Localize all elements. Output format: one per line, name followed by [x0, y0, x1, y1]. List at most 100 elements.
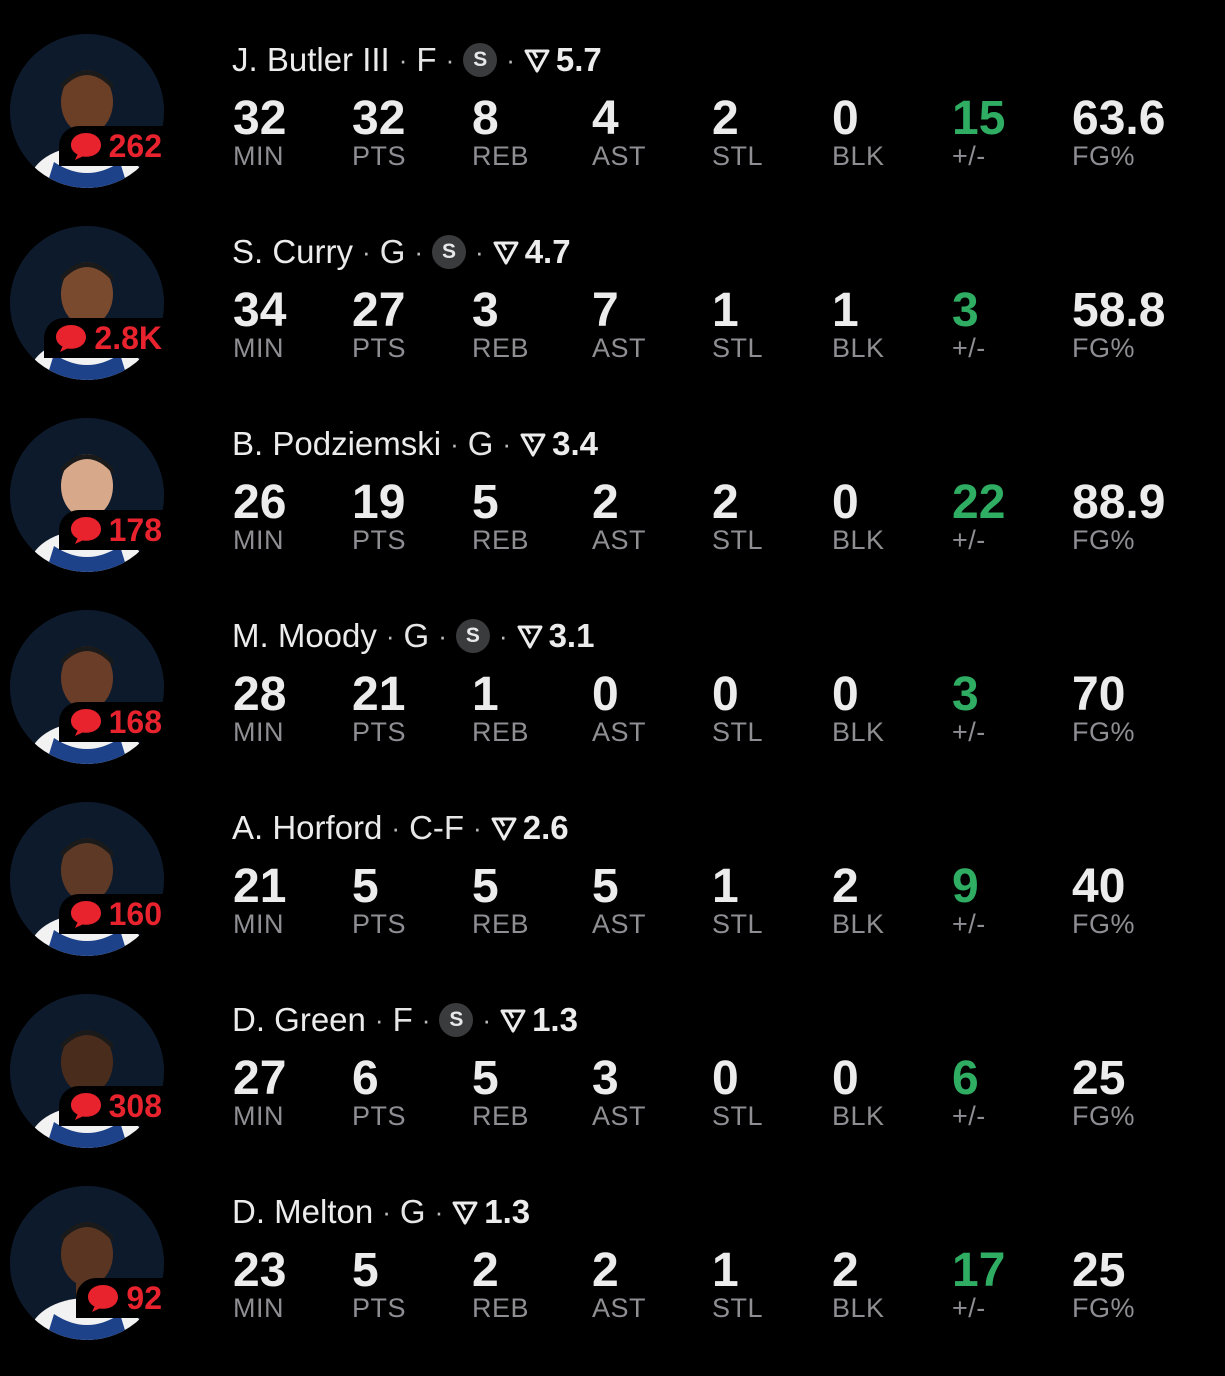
stat-blocks: 0 BLK [832, 92, 952, 170]
stat-label: FG% [1072, 717, 1136, 747]
stat-value: 40 [1072, 860, 1126, 913]
stat-label: REB [472, 1101, 530, 1131]
separator-dot: · [498, 620, 508, 651]
stat-field-goal-pct: 63.6 FG% [1072, 92, 1192, 170]
player-rating: 3.4 [552, 425, 598, 462]
stat-points: 19 PTS [352, 476, 472, 554]
comments-count[interactable]: 160 [58, 894, 170, 934]
stat-field-goal-pct: 40 FG% [1072, 860, 1192, 938]
stat-label: PTS [352, 1101, 407, 1131]
rating-flag-icon [517, 625, 543, 649]
comments-count[interactable]: 262 [58, 126, 170, 166]
stat-value: 3 [952, 668, 979, 721]
player-rating: 4.7 [524, 233, 571, 270]
stat-steals: 1 STL [712, 860, 832, 938]
comments-count[interactable]: 168 [58, 702, 170, 742]
player-name[interactable]: S. Curry [232, 233, 353, 271]
comments-count[interactable]: 178 [58, 510, 170, 550]
stat-label: STL [712, 909, 764, 939]
stat-value: 2 [712, 92, 739, 145]
rating-flag-icon [452, 1201, 478, 1225]
stat-blocks: 1 BLK [832, 284, 952, 362]
separator-dot: · [482, 1004, 492, 1035]
separator-dot: · [362, 236, 371, 267]
stat-value: 0 [712, 1052, 739, 1105]
stat-value: 2 [472, 1244, 499, 1297]
stat-label: MIN [233, 525, 284, 555]
stat-value: 88.9 [1072, 476, 1166, 529]
stat-plus-minus: 22 +/- [952, 476, 1072, 554]
stat-value: 0 [832, 476, 859, 529]
separator-dot: · [382, 1196, 391, 1227]
speech-bubble-icon [88, 1285, 119, 1312]
stat-value: 17 [952, 1244, 1006, 1297]
stat-rebounds: 5 REB [472, 1052, 592, 1130]
player-row[interactable]: 262 J. Butler III · F · S · 5.7 32 MIN 32 P… [0, 0, 1225, 192]
stat-blocks: 2 BLK [832, 1244, 952, 1322]
starter-badge-icon: S [463, 43, 498, 77]
stat-label: MIN [233, 333, 284, 363]
comments-count[interactable]: 2.8K [44, 318, 170, 358]
rating-flag-icon [524, 49, 550, 73]
stat-value: 3 [592, 1052, 619, 1105]
speech-bubble-icon [56, 325, 87, 352]
player-row[interactable]: 168 M. Moody · G · S · 3.1 28 MIN 21 PTS 1 RE… [0, 576, 1225, 768]
player-row[interactable]: 308 D. Green · F · S · 1.3 27 MIN 6 PTS 5 REB… [0, 960, 1225, 1152]
separator-dot: · [421, 1004, 431, 1035]
player-name[interactable]: B. Podziemski [232, 425, 441, 463]
stat-value: 1 [712, 1244, 739, 1297]
comments-count-value: 168 [108, 703, 162, 740]
stat-value: 21 [352, 668, 406, 721]
stat-label: FG% [1072, 141, 1136, 171]
stat-value: 0 [592, 668, 619, 721]
stat-label: PTS [352, 909, 407, 939]
stat-steals: 0 STL [712, 1052, 832, 1130]
player-title: J. Butler III · F · S · 5.7 [232, 40, 602, 80]
player-title: S. Curry · G · S · 4.7 [232, 232, 571, 272]
player-row[interactable]: 2.8K S. Curry · G · S · 4.7 34 MIN 27 PTS 3 R… [0, 192, 1225, 384]
player-name[interactable]: M. Moody [232, 617, 377, 655]
player-name[interactable]: J. Butler III [232, 41, 390, 79]
stat-value: 0 [832, 92, 859, 145]
player-row[interactable]: 178 B. Podziemski · G · 3.4 26 MIN 19 PTS 5 R… [0, 384, 1225, 576]
stat-assists: 7 AST [592, 284, 712, 362]
stat-value: 7 [592, 284, 619, 337]
stat-value: 21 [233, 860, 287, 913]
stat-assists: 2 AST [592, 1244, 712, 1322]
stat-plus-minus: 3 +/- [952, 284, 1072, 362]
comments-count[interactable]: 308 [58, 1086, 170, 1126]
player-name[interactable]: A. Horford [232, 809, 382, 847]
player-position: F [392, 1001, 413, 1038]
player-name[interactable]: D. Melton [232, 1193, 373, 1231]
stat-minutes: 21 MIN [233, 860, 353, 938]
player-name[interactable]: D. Green [232, 1001, 366, 1039]
stat-value: 28 [233, 668, 287, 721]
stat-label: AST [592, 1101, 647, 1131]
stat-value: 27 [352, 284, 406, 337]
player-row[interactable]: 160 A. Horford · C-F · 2.6 21 MIN 5 PTS 5 REB… [0, 768, 1225, 960]
stat-label: BLK [832, 333, 885, 363]
stat-steals: 2 STL [712, 476, 832, 554]
stat-label: AST [592, 333, 647, 363]
speech-bubble-icon [70, 133, 101, 160]
rating-flag-icon [491, 817, 517, 841]
stat-blocks: 0 BLK [832, 476, 952, 554]
player-title: D. Melton · G · 1.3 [232, 1192, 530, 1232]
stat-value: 5 [352, 1244, 379, 1297]
stat-rebounds: 5 REB [472, 476, 592, 554]
comments-count-value: 2.8K [94, 319, 162, 356]
stat-value: 4 [592, 92, 619, 145]
comments-count[interactable]: 92 [76, 1278, 170, 1318]
stat-plus-minus: 17 +/- [952, 1244, 1072, 1322]
stat-assists: 4 AST [592, 92, 712, 170]
stat-label: +/- [952, 525, 986, 555]
stat-steals: 1 STL [712, 1244, 832, 1322]
player-position: F [416, 41, 437, 78]
stat-blocks: 0 BLK [832, 668, 952, 746]
stat-assists: 5 AST [592, 860, 712, 938]
stat-label: AST [592, 141, 647, 171]
comments-count-value: 160 [108, 895, 162, 932]
player-row[interactable]: 92 D. Melton · G · 1.3 23 MIN 5 PTS 2 REB 2 AST… [0, 1152, 1225, 1344]
player-position: G [379, 233, 406, 270]
stat-label: AST [592, 909, 647, 939]
